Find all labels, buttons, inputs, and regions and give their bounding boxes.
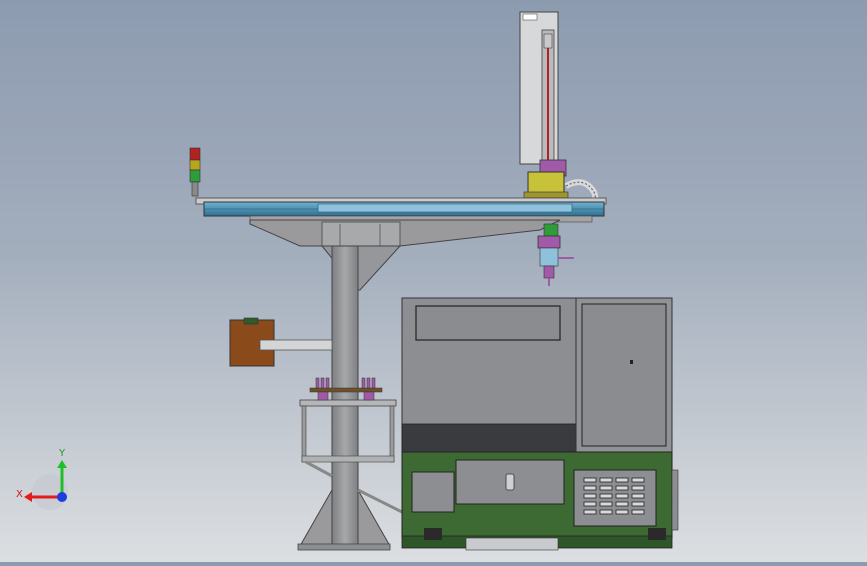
z-axis-column xyxy=(519,11,567,177)
gripper-assembly xyxy=(537,223,574,286)
cad-viewport[interactable]: X Y xyxy=(0,0,867,562)
machine-drawing: X Y xyxy=(16,11,679,551)
machine-cabinet xyxy=(401,297,673,453)
x-axis-label: X xyxy=(16,489,23,500)
gantry-beam xyxy=(195,197,607,223)
machine-base xyxy=(401,451,679,551)
y-axis-label: Y xyxy=(58,448,66,459)
signal-tower-icon xyxy=(189,147,201,197)
coordinate-triad-icon: X Y xyxy=(16,448,68,510)
side-feeder xyxy=(229,317,333,367)
